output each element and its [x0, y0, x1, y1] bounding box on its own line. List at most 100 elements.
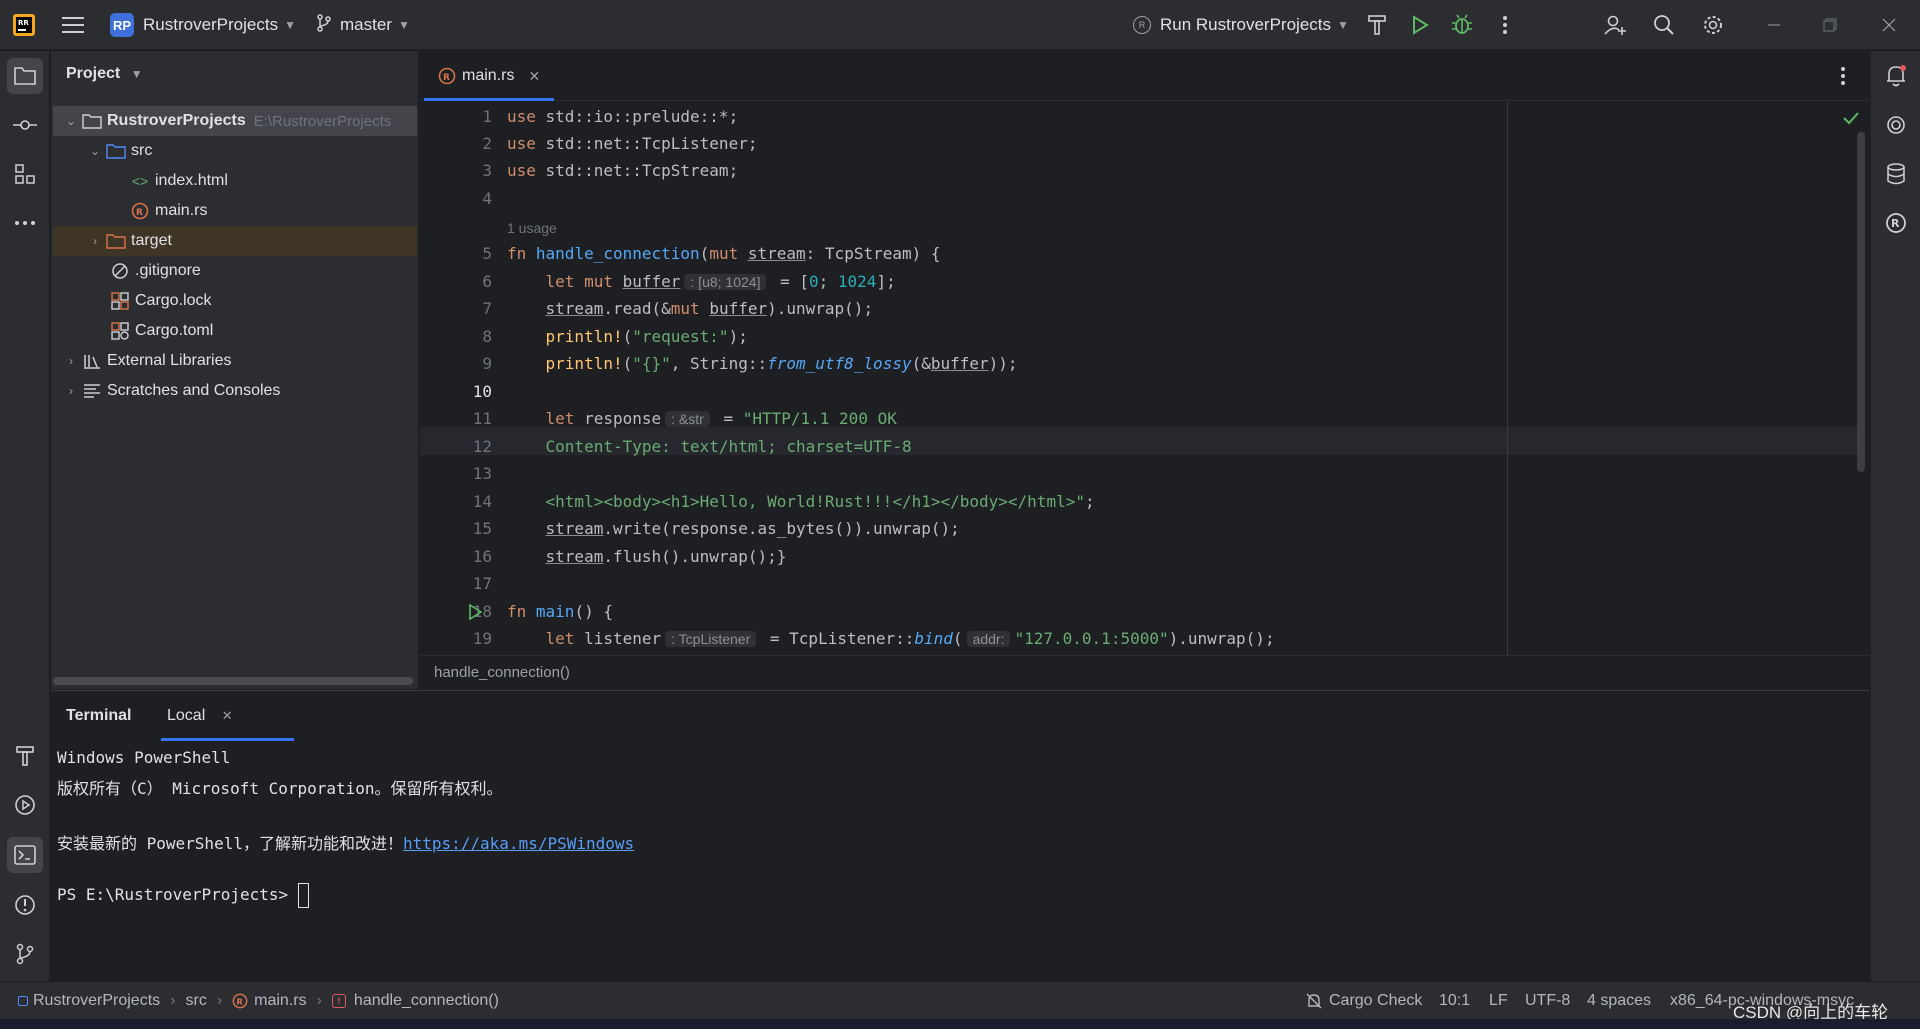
project-horizontal-scrollbar[interactable]	[53, 677, 413, 685]
services-icon[interactable]	[7, 787, 43, 823]
cargo-check-label: Cargo Check	[1329, 992, 1423, 1009]
settings-gear-icon[interactable]	[1701, 13, 1725, 37]
tree-item-label: target	[131, 232, 172, 249]
tree-item-label: Scratches and Consoles	[107, 382, 281, 399]
tab-options-more-icon[interactable]	[1840, 66, 1846, 91]
type-inlay-hint: : &str	[665, 411, 710, 427]
line-number-gutter[interactable]: 1 2 3 4 5 6 7 8 9 10 11 12 13 14 15 16 1…	[420, 102, 500, 655]
build-hammer-icon[interactable]	[1365, 13, 1389, 37]
line-number: 11	[472, 409, 492, 428]
terminal-prompt-line: PS E:\RustroverProjects>	[57, 883, 309, 908]
chevron-right-icon[interactable]: ›	[85, 234, 105, 248]
status-crumb-function[interactable]: handle_connection()	[354, 992, 499, 1010]
svg-text:R: R	[237, 998, 243, 1007]
search-icon[interactable]	[1652, 13, 1676, 37]
inspections-ok-check-icon[interactable]	[1843, 110, 1859, 129]
chevron-right-icon[interactable]: ›	[61, 354, 81, 368]
tree-item-gitignore[interactable]: .gitignore	[53, 256, 417, 286]
chevron-down-icon[interactable]: ⌄	[61, 114, 81, 128]
code-line: fn main() {	[507, 602, 613, 621]
chevron-right-icon: ›	[170, 992, 176, 1009]
tree-item-path: E:\RustroverProjects	[253, 112, 392, 130]
source-folder-icon	[105, 141, 127, 161]
cargo-lock-icon	[109, 291, 131, 311]
code-line: stream.flush().unwrap();}	[545, 547, 787, 566]
rustrover-logo-icon[interactable]: RR	[12, 13, 36, 37]
rust-file-icon: R	[436, 66, 458, 86]
tab-main-rs[interactable]: R main.rs ✕	[420, 51, 554, 101]
project-panel-header[interactable]: Project ▼	[66, 65, 143, 83]
run-icon[interactable]	[1408, 13, 1432, 37]
main-menu-icon[interactable]	[61, 13, 85, 37]
tab-label: main.rs	[462, 67, 515, 84]
line-separator[interactable]: LF	[1489, 982, 1508, 1020]
tree-item-external-libraries[interactable]: › External Libraries	[53, 346, 417, 376]
tree-item-target[interactable]: › target	[53, 226, 417, 256]
scratches-icon	[81, 381, 103, 401]
function-icon: f	[331, 994, 346, 1008]
usage-inlay[interactable]: 1 usage	[507, 220, 557, 236]
close-window-icon[interactable]	[1877, 13, 1901, 37]
structure-icon[interactable]	[7, 156, 43, 192]
minimize-window-icon[interactable]	[1762, 13, 1786, 37]
close-tab-icon[interactable]: ✕	[528, 68, 540, 85]
type-inlay-hint: : TcpListener	[665, 631, 757, 647]
line-number: 1	[482, 107, 492, 126]
database-icon[interactable]	[1878, 156, 1914, 192]
tree-item-label: Cargo.lock	[135, 292, 212, 309]
build-hammer-icon[interactable]	[7, 738, 43, 774]
chevron-down-icon[interactable]: ⌄	[85, 144, 105, 158]
more-tool-windows-icon[interactable]	[7, 205, 43, 241]
code-line: <html><body><h1>Hello, World!Rust!!!</h1…	[507, 492, 1095, 511]
status-bar: RustroverProjects › src › R main.rs › f …	[0, 981, 1920, 1019]
code-line: use std::io::prelude::*;	[507, 107, 739, 126]
branch-switcher[interactable]: master ▼	[316, 0, 410, 50]
terminal-tab-local[interactable]: Local ✕	[167, 707, 233, 725]
more-actions-icon[interactable]	[1493, 13, 1517, 37]
run-configuration-selector[interactable]: R Run RustroverProjects ▼	[1133, 0, 1349, 50]
project-switcher[interactable]: RP RustroverProjects ▼	[110, 0, 296, 50]
restore-window-icon[interactable]	[1818, 13, 1842, 37]
tree-item-index-html[interactable]: <> index.html	[53, 166, 417, 196]
caret-position[interactable]: 10:1	[1439, 982, 1470, 1020]
code-editor[interactable]: 1 2 3 4 5 6 7 8 9 10 11 12 13 14 15 16 1…	[420, 102, 1870, 655]
chevron-right-icon[interactable]: ›	[61, 384, 81, 398]
status-crumb-src[interactable]: src	[185, 992, 206, 1010]
breadcrumb-function[interactable]: handle_connection()	[434, 664, 570, 681]
tree-item-project-root[interactable]: ⌄ RustroverProjects E:\RustroverProjects	[53, 106, 417, 136]
terminal-line: 版权所有（C） Microsoft Corporation。保留所有权利。	[57, 779, 503, 798]
file-encoding[interactable]: UTF-8	[1525, 982, 1570, 1020]
terminal-cursor[interactable]	[297, 883, 309, 908]
status-crumb-project[interactable]: RustroverProjects	[33, 992, 160, 1010]
tree-item-cargo-lock[interactable]: Cargo.lock	[53, 286, 417, 316]
git-icon[interactable]	[7, 936, 43, 972]
tree-item-src[interactable]: ⌄ src	[53, 136, 417, 166]
chevron-down-icon: ▼	[284, 18, 296, 32]
line-number: 2	[482, 134, 492, 153]
run-gutter-icon[interactable]	[468, 603, 483, 624]
tree-item-scratches[interactable]: › Scratches and Consoles	[53, 376, 417, 406]
line-number: 18	[472, 602, 492, 621]
project-folder-icon[interactable]	[7, 58, 43, 94]
rust-icon[interactable]: R	[1878, 205, 1914, 241]
editor-vertical-scrollbar[interactable]	[1857, 132, 1865, 472]
status-crumb-file[interactable]: main.rs	[254, 992, 306, 1010]
problems-icon[interactable]	[7, 887, 43, 923]
terminal-icon[interactable]	[7, 837, 43, 873]
folder-icon	[81, 111, 103, 131]
line-number: 13	[472, 464, 492, 483]
debug-bug-icon[interactable]	[1450, 13, 1474, 37]
close-tab-icon[interactable]: ✕	[222, 708, 233, 723]
tree-item-cargo-toml[interactable]: Cargo.toml	[53, 316, 417, 346]
code-line: println!("{}", String::from_utf8_lossy(&…	[545, 354, 1018, 373]
add-user-icon[interactable]	[1603, 13, 1627, 37]
indent-setting[interactable]: 4 spaces	[1587, 982, 1651, 1020]
notifications-bell-icon[interactable]	[1878, 58, 1914, 94]
terminal-link[interactable]: https://aka.ms/PSWindows	[403, 834, 634, 853]
cargo-check-toggle[interactable]: Cargo Check	[1305, 982, 1422, 1020]
ai-assistant-icon[interactable]	[1878, 107, 1914, 143]
commit-icon[interactable]	[7, 107, 43, 143]
tree-item-main-rs[interactable]: R main.rs	[53, 196, 417, 226]
code-line: stream.write(response.as_bytes()).unwrap…	[545, 519, 960, 538]
line-number: 7	[482, 299, 492, 318]
